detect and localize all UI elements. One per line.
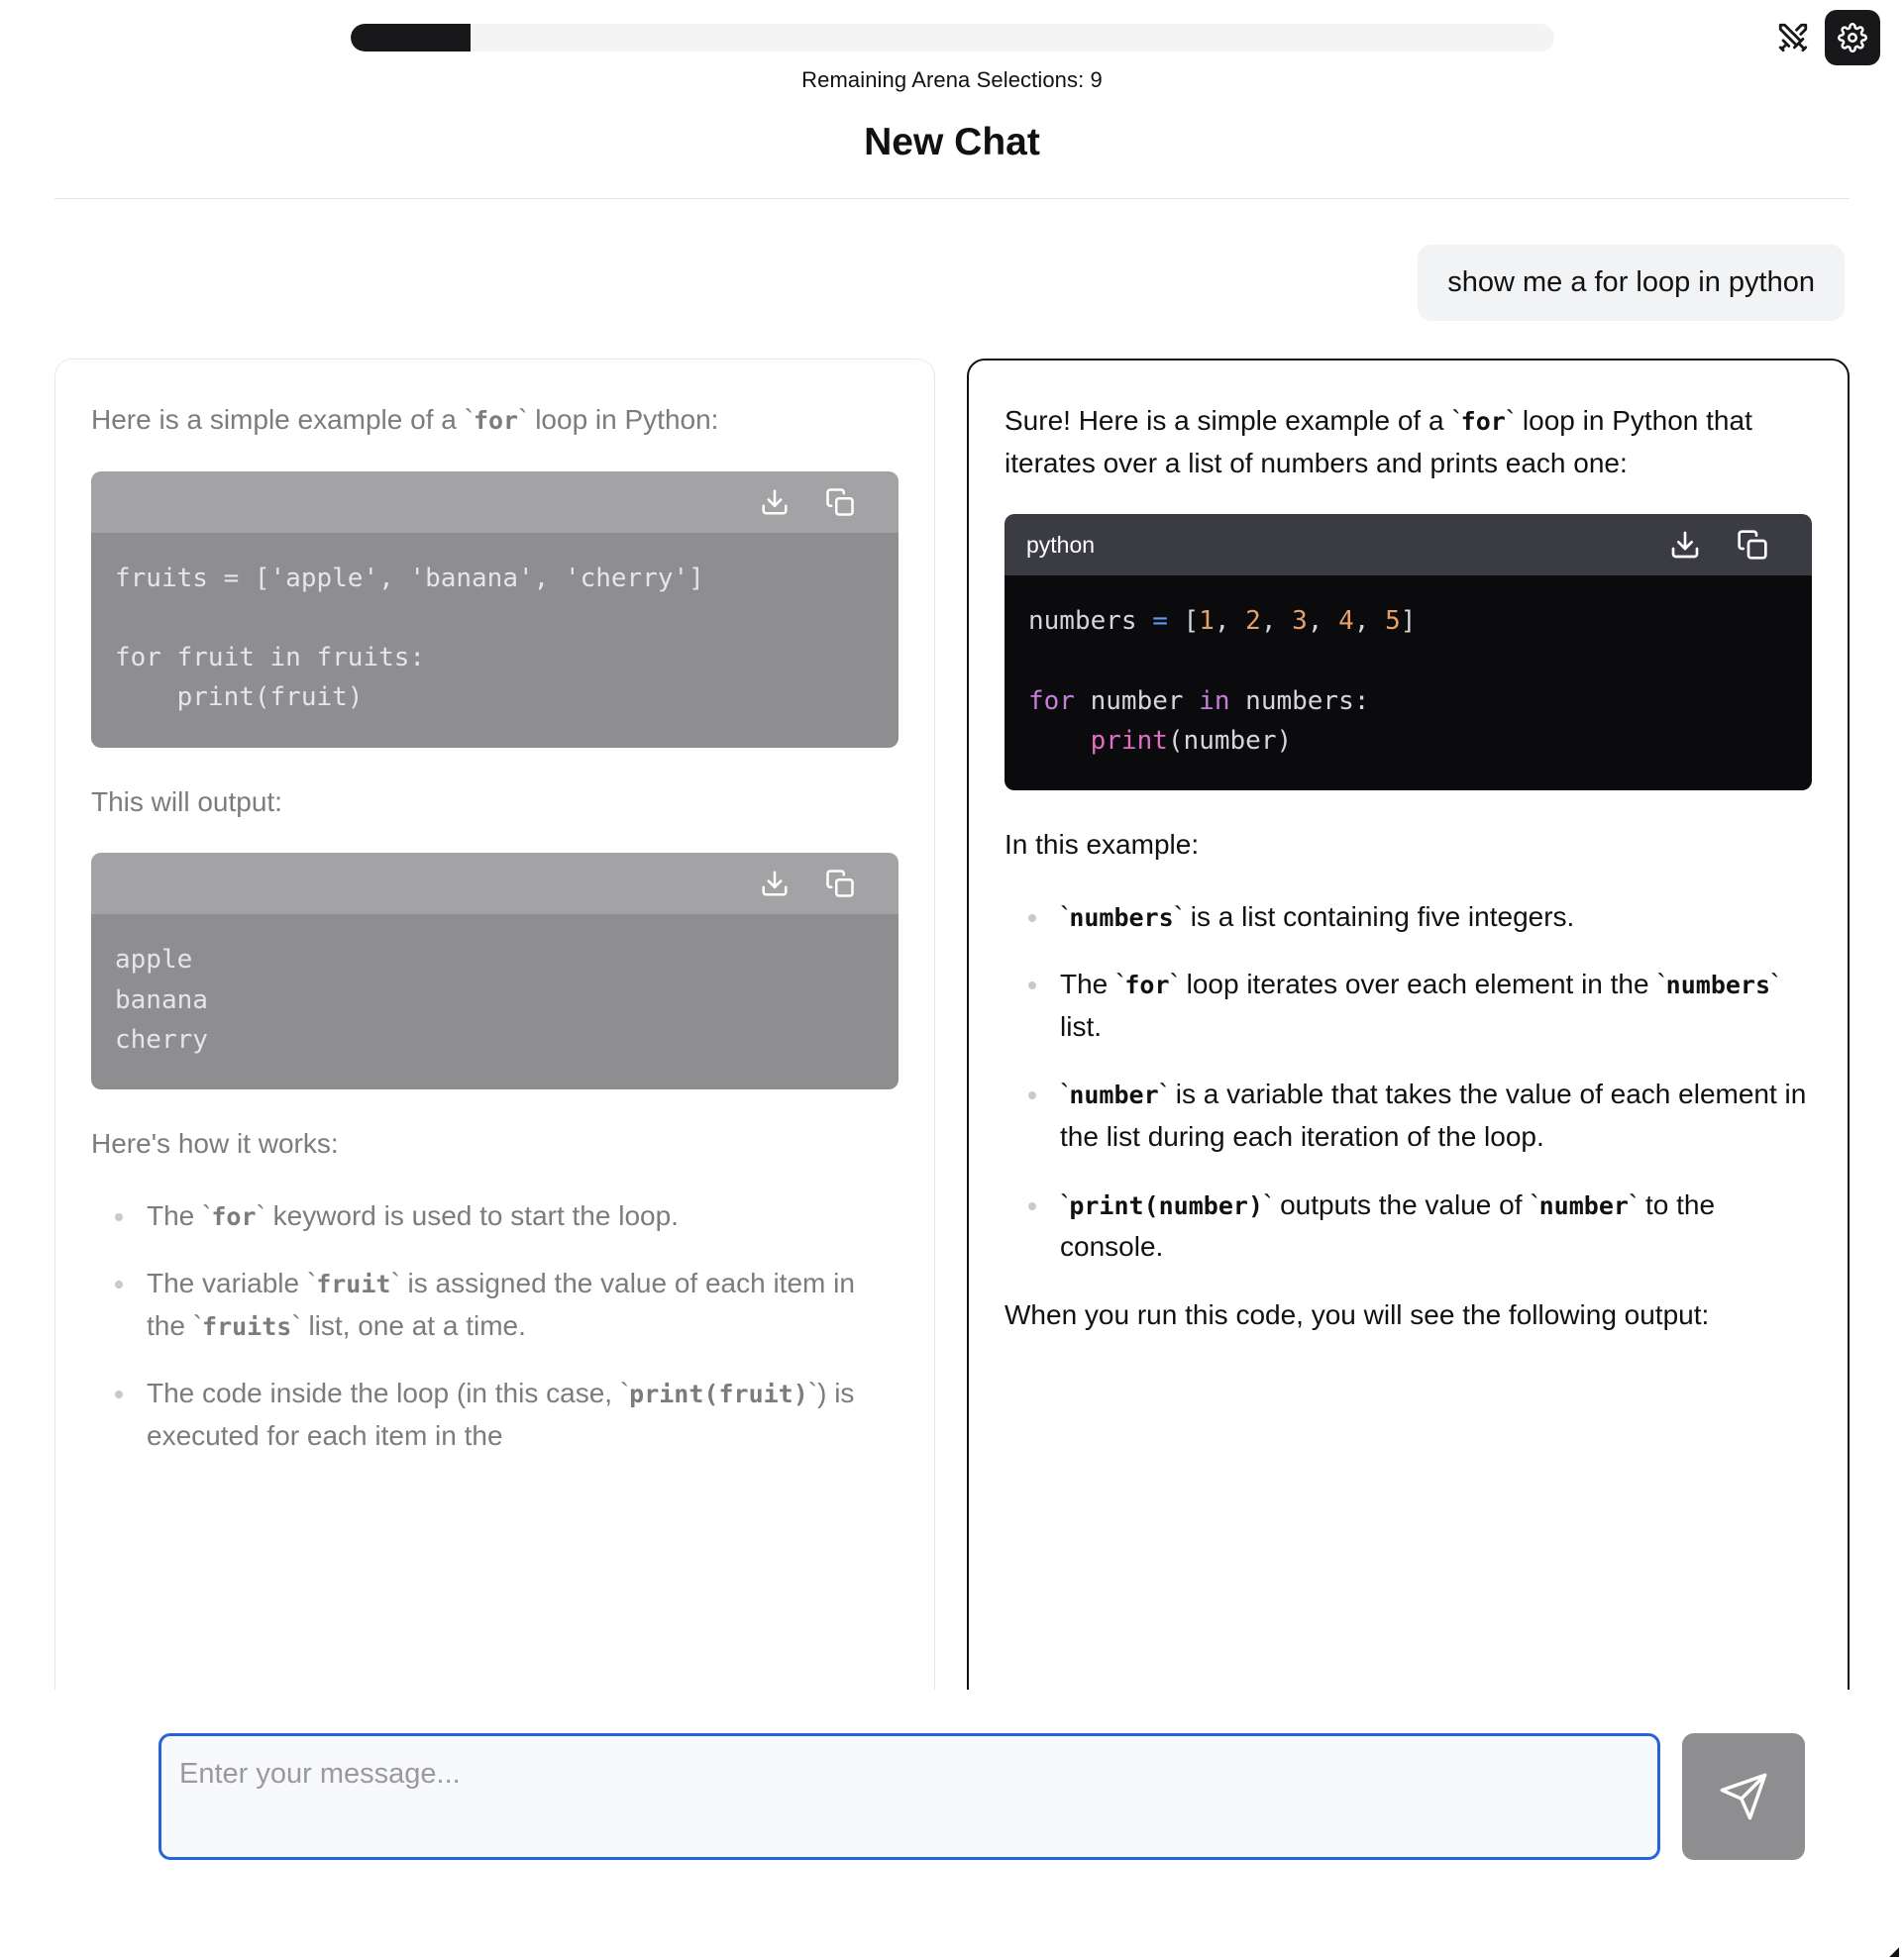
send-button[interactable] [1682,1733,1805,1860]
left-code-block-2: apple banana cherry [91,853,899,1090]
left-code-block-1: fruits = ['apple', 'banana', 'cherry'] f… [91,470,899,748]
code-token: , [1353,606,1386,637]
copy-icon[interactable] [825,869,855,898]
download-icon[interactable] [1669,529,1701,561]
list-item: The `for` keyword is used to start the l… [91,1195,899,1238]
left-intro-text: Here is a simple example of a `for` loop… [91,404,719,435]
message-composer [0,1690,1904,1959]
right-example-intro: In this example: [1005,829,1200,861]
progress-track [350,24,1554,52]
download-icon[interactable] [760,487,790,517]
message-input[interactable] [159,1733,1660,1860]
response-panel-right[interactable]: Sure! Here is a simple example of a `for… [967,359,1850,1723]
code-content: apple banana cherry [91,914,899,1090]
page-title: New Chat [864,121,1040,163]
user-message-row: show me a for loop in python [0,199,1904,321]
arena-progress [0,24,1904,52]
code-token: 4 [1338,606,1354,637]
settings-button[interactable] [1825,10,1880,65]
code-token: , [1260,606,1293,637]
code-token: for [1028,685,1075,716]
send-paper-plane-icon [1720,1773,1767,1820]
right-closing-text: When you run this code, you will see the… [1005,1298,1710,1330]
code-token: [ [1167,606,1200,637]
code-header: python [1005,514,1812,576]
header-divider [54,198,1850,199]
code-content: fruits = ['apple', 'banana', 'cherry'] f… [91,532,899,748]
code-token: , [1214,606,1246,637]
copy-icon[interactable] [825,487,855,517]
arena-selections-status: Remaining Arena Selections: 9 [801,67,1103,92]
left-how-intro: Here's how it works: [91,1128,339,1160]
right-bullet-list: `numbers` is a list containing five inte… [1005,896,1812,1269]
code-token: ] [1400,606,1417,637]
code-token: , [1307,606,1339,637]
crossed-swords-icon[interactable] [1771,16,1815,59]
list-item: `numbers` is a list containing five inte… [1005,896,1812,939]
copy-icon[interactable] [1737,529,1768,561]
list-item: The code inside the loop (in this case, … [91,1373,899,1457]
code-token: numbers [1028,606,1153,637]
code-token: 2 [1245,606,1261,637]
code-token: 1 [1199,606,1215,637]
code-token: in [1199,685,1230,716]
code-token: (number) [1167,725,1293,756]
arena-response-panels: Here is a simple example of a `for` loop… [0,321,1904,1723]
code-content: numbers = [1, 2, 3, 4, 5] for number in … [1005,575,1812,791]
chat-arena-app: Remaining Arena Selections: 9 New Chat s… [0,0,1904,1959]
progress-fill [350,24,471,52]
user-message-bubble: show me a for loop in python [1418,245,1845,321]
response-panel-left[interactable]: Here is a simple example of a `for` loop… [54,359,935,1723]
code-token: number [1074,685,1200,716]
code-token: 3 [1292,606,1308,637]
list-item: The `for` loop iterates over each elemen… [1005,964,1812,1048]
list-item: `number` is a variable that takes the va… [1005,1074,1812,1158]
list-item: The variable `fruit` is assigned the val… [91,1263,899,1347]
window-resize-grip[interactable] [1884,1943,1900,1957]
code-header [91,853,899,915]
left-bullet-list: The `for` keyword is used to start the l… [91,1195,899,1458]
list-item: `print(number)` outputs the value of `nu… [1005,1185,1812,1269]
header-actions [1771,10,1880,65]
left-output-intro: This will output: [91,785,282,817]
code-token: print [1090,725,1168,756]
code-header [91,470,899,533]
gear-icon [1838,23,1867,52]
right-intro-text: Sure! Here is a simple example of a `for… [1005,405,1752,478]
code-language-label: python [1026,531,1096,558]
right-code-block: python numbers = [1, 2, 3, 4, 5] for num… [1005,514,1812,791]
code-token: = [1152,606,1168,637]
code-token: 5 [1385,606,1401,637]
download-icon[interactable] [760,869,790,898]
app-header: Remaining Arena Selections: 9 New Chat [0,0,1904,199]
